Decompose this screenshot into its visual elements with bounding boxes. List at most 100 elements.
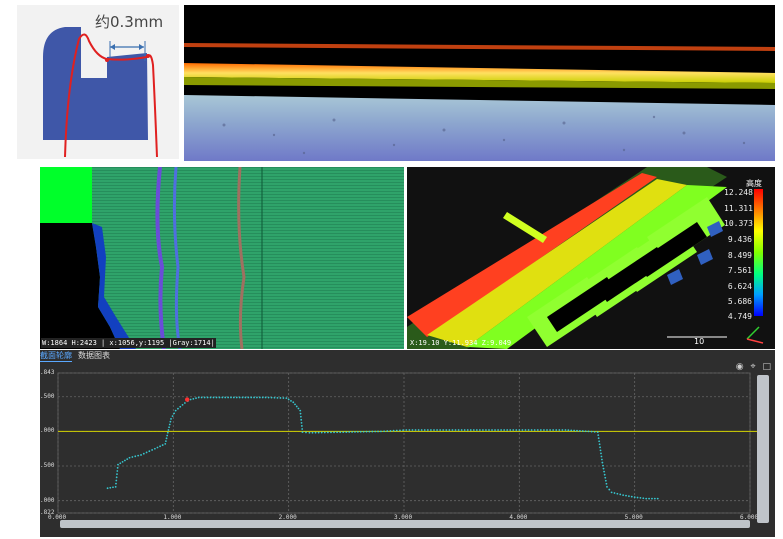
profile-point [256,396,258,399]
legend-value: 6.624 [727,282,752,291]
point-cloud-render [407,167,764,349]
legend-value: 11.311 [724,204,753,213]
profile-point [527,429,530,431]
coordinate-readout: X:19.10 Y:11.934 Z:9.049 [410,339,512,347]
profile-point [628,495,630,498]
profile-point [590,430,593,433]
profile-point [336,431,339,434]
profile-point [601,461,604,464]
legend-value: 10.373 [724,219,753,228]
y-tick-label: .822 [40,509,55,516]
profile-point [116,466,119,469]
profile-point [630,495,633,498]
vertical-scrollbar[interactable] [757,375,769,523]
profile-point [619,493,622,496]
profile-point [448,429,451,431]
profile-point [168,426,171,429]
profile-point [276,396,279,399]
profile-point [330,431,332,434]
point-cloud-3d-view[interactable]: 高度 12.248 11.311 10.373 9.436 8.499 7.56… [407,167,775,349]
color-scale-bar [754,189,763,316]
profile-point [463,429,466,431]
profile-point [140,454,142,456]
profile-point [593,430,596,433]
profile-point [485,429,487,431]
profile-point [466,429,469,431]
profile-point [314,431,317,434]
profile-point [482,429,484,431]
height-map-view[interactable]: W:1864 H:2423 | x:1056,y:1195 |Gray:1714… [40,167,404,349]
profile-point [116,473,118,476]
profile-point [166,434,169,437]
profile-point [395,429,398,432]
profile-point [300,421,303,424]
profile-point [285,397,288,400]
profile-point [112,486,114,489]
profile-point [423,429,426,431]
profile-point [297,407,300,410]
profile-point [656,497,659,500]
profile-point [648,497,650,500]
profile-point [402,429,405,432]
dimension-label: 约0.3mm [95,13,164,31]
profile-point [454,429,457,431]
profile-point [543,429,545,431]
profile-point [123,459,126,462]
profile-point [564,429,567,431]
profile-point [165,437,168,440]
profile-point [115,482,117,485]
profile-point [365,430,368,433]
profile-point [351,431,353,433]
profile-point [241,396,244,399]
legend-value: 7.561 [727,266,752,275]
profile-point [354,431,356,433]
profile-point [530,429,533,431]
profile-point [166,431,169,434]
profile-point [533,429,536,431]
profile-point [148,450,151,453]
profile-point [599,446,601,449]
profile-point [167,429,170,431]
profile-point [536,429,539,431]
profile-point [168,423,171,426]
profile-point [170,418,172,420]
profile-point [326,431,329,434]
y-tick-label: .500 [40,462,55,470]
profile-point [610,491,613,494]
profile-point [605,482,608,485]
profile-point [209,396,212,399]
profile-point [317,431,320,434]
profile-point [488,429,490,431]
profile-point [651,497,653,500]
profile-point [212,396,215,399]
profile-point [597,434,600,437]
profile-point [512,429,515,431]
profile-point [653,497,656,500]
legend-value: 4.749 [727,312,752,321]
profile-point [636,496,639,499]
profile-point [189,398,192,401]
profile-point [386,430,389,432]
profile-point [345,431,348,433]
profile-chart[interactable] [40,350,775,537]
profile-point [639,496,642,499]
profile-point [299,412,302,415]
profile-point [606,485,608,488]
profile-point [134,455,137,458]
profile-point [333,431,335,434]
profile-point [323,431,326,434]
profile-point [645,497,648,500]
profile-point [472,429,475,431]
legend-value: 12.248 [724,188,753,197]
horizontal-scrollbar[interactable] [60,520,750,528]
profile-point [408,429,411,431]
profile-point [625,494,627,497]
profile-point [460,429,463,431]
profile-point [171,415,174,418]
profile-point [602,467,605,470]
profile-point [156,446,159,449]
profile-point [300,418,303,421]
profile-point [192,397,195,400]
profile-point [642,497,645,500]
profile-point [159,445,161,448]
